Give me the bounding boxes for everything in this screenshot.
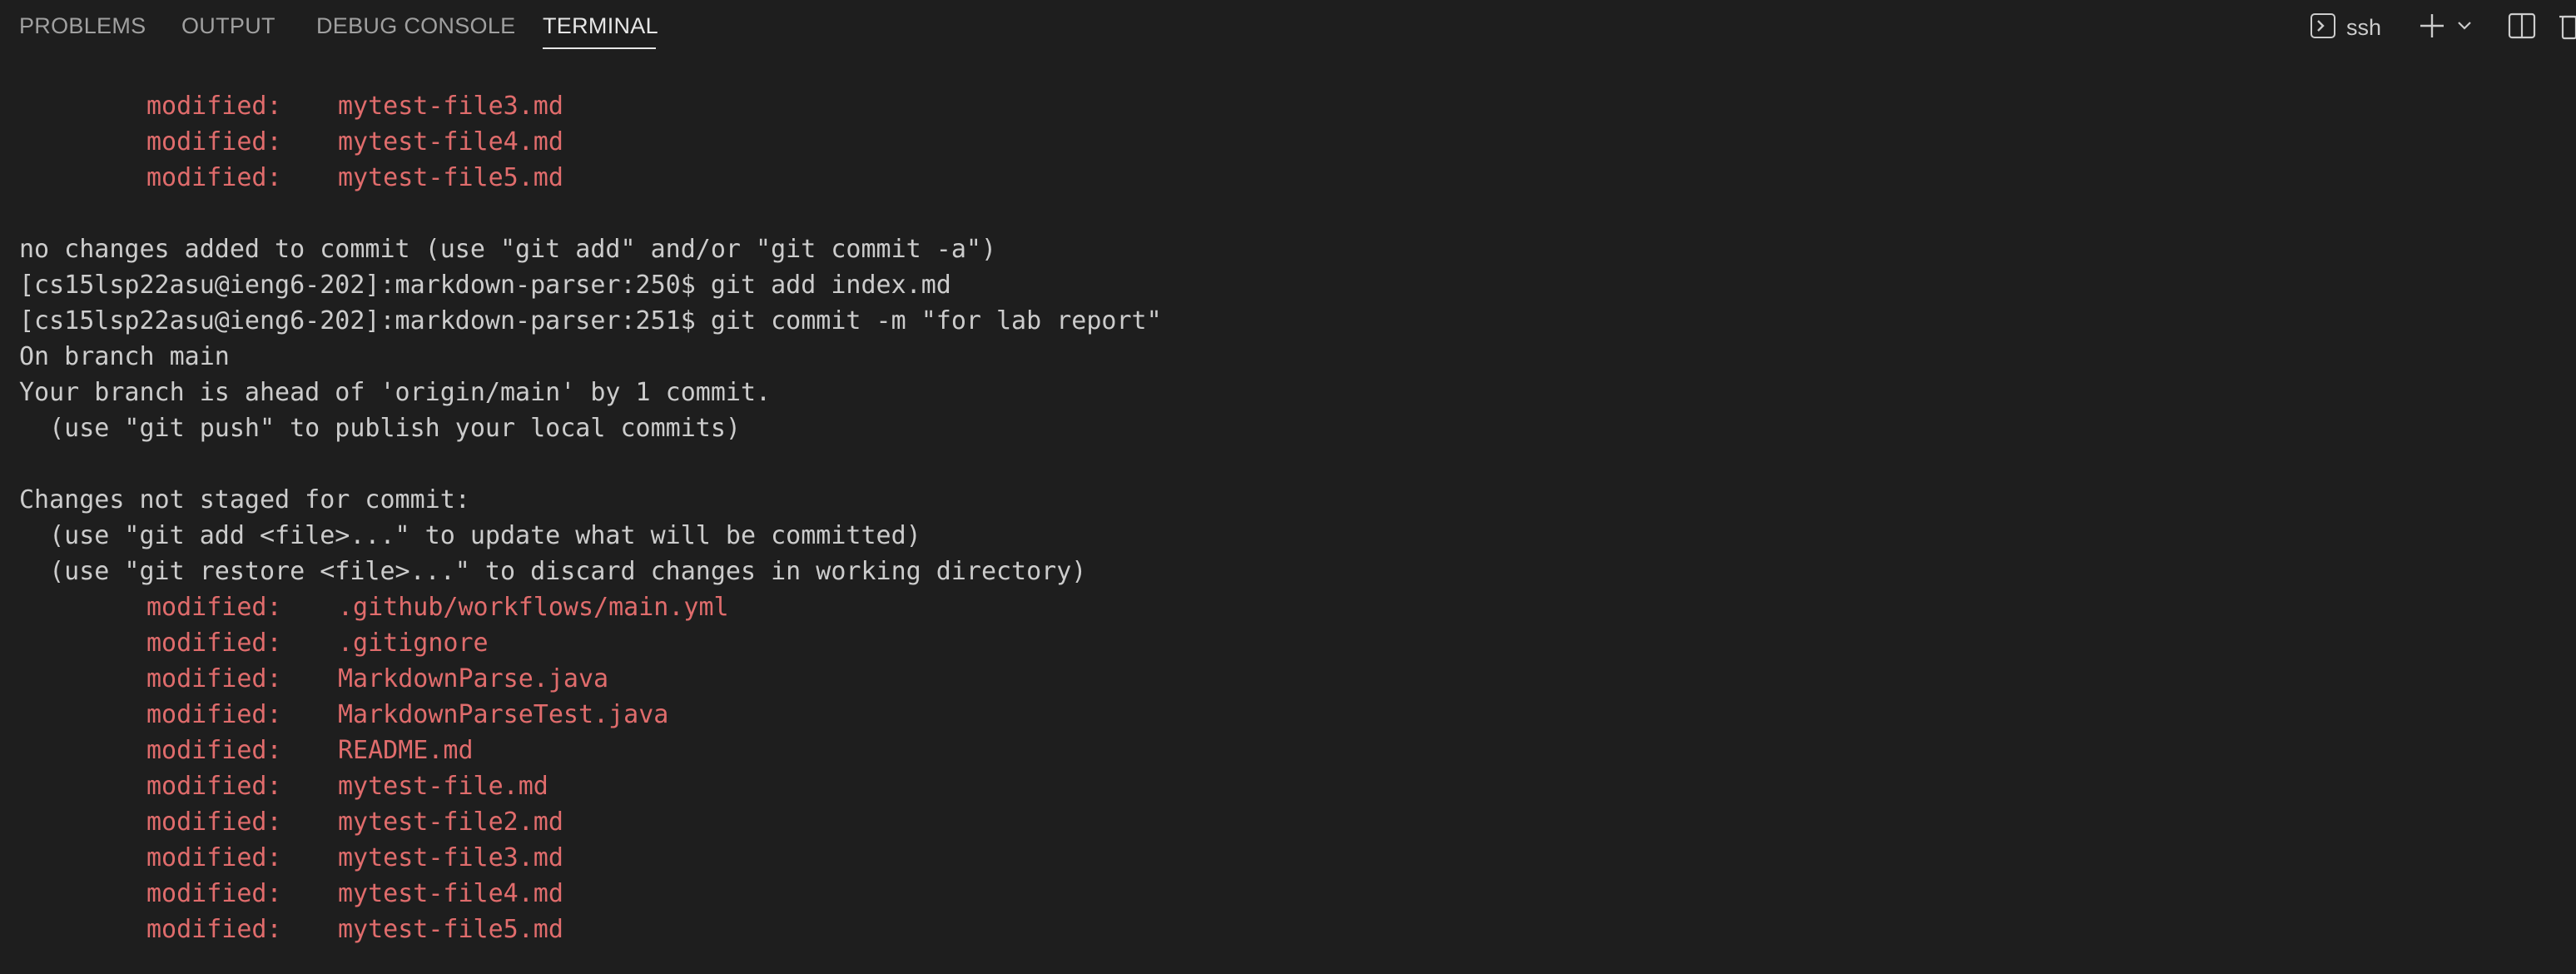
modified-file-name: mytest-file.md: [338, 772, 548, 801]
modified-file-line: modified: mytest-file3.md: [19, 840, 2566, 876]
modified-file-name: mytest-file5.md: [338, 163, 563, 192]
modified-label: modified:: [146, 127, 282, 157]
modified-file-line: modified: README.md: [19, 733, 2566, 768]
terminal-icon: [2310, 12, 2336, 42]
plus-icon: [2418, 12, 2446, 43]
modified-file-name: README.md: [338, 736, 474, 765]
modified-file-line: modified: mytest-file2.md: [19, 804, 2566, 840]
modified-file-line: modified: MarkdownParseTest.java: [19, 697, 2566, 733]
split-terminal-button[interactable]: [2508, 8, 2536, 47]
terminal-actions: ssh: [2310, 8, 2576, 47]
tab-debug-console[interactable]: DEBUG CONSOLE: [316, 13, 515, 39]
kill-terminal-button[interactable]: [2559, 8, 2576, 47]
modified-file-name: mytest-file5.md: [338, 915, 563, 944]
terminal-line: On branch main: [19, 342, 230, 371]
chevron-down-icon: [2456, 17, 2473, 37]
terminal-line: [cs15lsp22asu@ieng6-202]:markdown-parser…: [19, 306, 1162, 335]
modified-file-line: modified: mytest-file5.md: [19, 912, 2566, 947]
modified-file-line: modified: mytest-file3.md: [19, 88, 2566, 124]
tab-problems[interactable]: PROBLEMS: [19, 13, 146, 39]
modified-file-name: mytest-file2.md: [338, 808, 563, 837]
modified-label: modified:: [146, 879, 282, 908]
terminal-line: Your branch is ahead of 'origin/main' by…: [19, 378, 772, 407]
split-terminal-icon: [2508, 12, 2536, 43]
modified-label: modified:: [146, 700, 282, 729]
modified-label: modified:: [146, 915, 282, 944]
modified-label: modified:: [146, 92, 282, 121]
modified-file-name: MarkdownParse.java: [338, 664, 609, 693]
terminal-line: (use "git restore <file>..." to discard …: [19, 557, 1087, 586]
terminal-line: (use "git push" to publish your local co…: [19, 414, 741, 443]
panel-tab-bar: PROBLEMS OUTPUT DEBUG CONSOLE TERMINAL s…: [0, 0, 2576, 57]
terminal-line: (use "git add <file>..." to update what …: [19, 521, 921, 550]
modified-file-line: modified: mytest-file.md: [19, 768, 2566, 804]
tab-output[interactable]: OUTPUT: [181, 13, 275, 39]
modified-label: modified:: [146, 593, 282, 622]
terminal-dropdown-button[interactable]: [2456, 8, 2473, 47]
modified-file-line: modified: .gitignore: [19, 625, 2566, 661]
modified-file-name: .github/workflows/main.yml: [338, 593, 729, 622]
modified-file-line: modified: .github/workflows/main.yml: [19, 589, 2566, 625]
terminal-selector[interactable]: ssh: [2310, 8, 2381, 47]
modified-file-name: mytest-file4.md: [338, 127, 563, 157]
modified-label: modified:: [146, 843, 282, 872]
terminal-output[interactable]: modified: mytest-file3.md modified: mytest-…: [19, 88, 2566, 971]
new-terminal-button[interactable]: [2418, 8, 2446, 47]
modified-label: modified:: [146, 772, 282, 801]
trash-icon: [2559, 12, 2576, 43]
terminal-line: no changes added to commit (use "git add…: [19, 235, 996, 264]
terminal-line: Changes not staged for commit:: [19, 485, 470, 514]
modified-label: modified:: [146, 736, 282, 765]
modified-file-line: modified: mytest-file4.md: [19, 124, 2566, 160]
modified-file-name: mytest-file3.md: [338, 843, 563, 872]
modified-file-name: .gitignore: [338, 629, 489, 658]
modified-label: modified:: [146, 629, 282, 658]
tab-terminal[interactable]: TERMINAL: [543, 13, 658, 39]
modified-file-line: modified: mytest-file4.md: [19, 876, 2566, 912]
terminal-line: [cs15lsp22asu@ieng6-202]:markdown-parser…: [19, 271, 951, 300]
modified-label: modified:: [146, 808, 282, 837]
modified-file-name: mytest-file4.md: [338, 879, 563, 908]
modified-label: modified:: [146, 163, 282, 192]
modified-file-name: MarkdownParseTest.java: [338, 700, 669, 729]
terminal-name: ssh: [2346, 14, 2382, 40]
active-tab-indicator: [543, 47, 656, 49]
modified-label: modified:: [146, 664, 282, 693]
modified-file-name: mytest-file3.md: [338, 92, 563, 121]
modified-file-line: modified: MarkdownParse.java: [19, 661, 2566, 697]
modified-file-line: modified: mytest-file5.md: [19, 160, 2566, 196]
